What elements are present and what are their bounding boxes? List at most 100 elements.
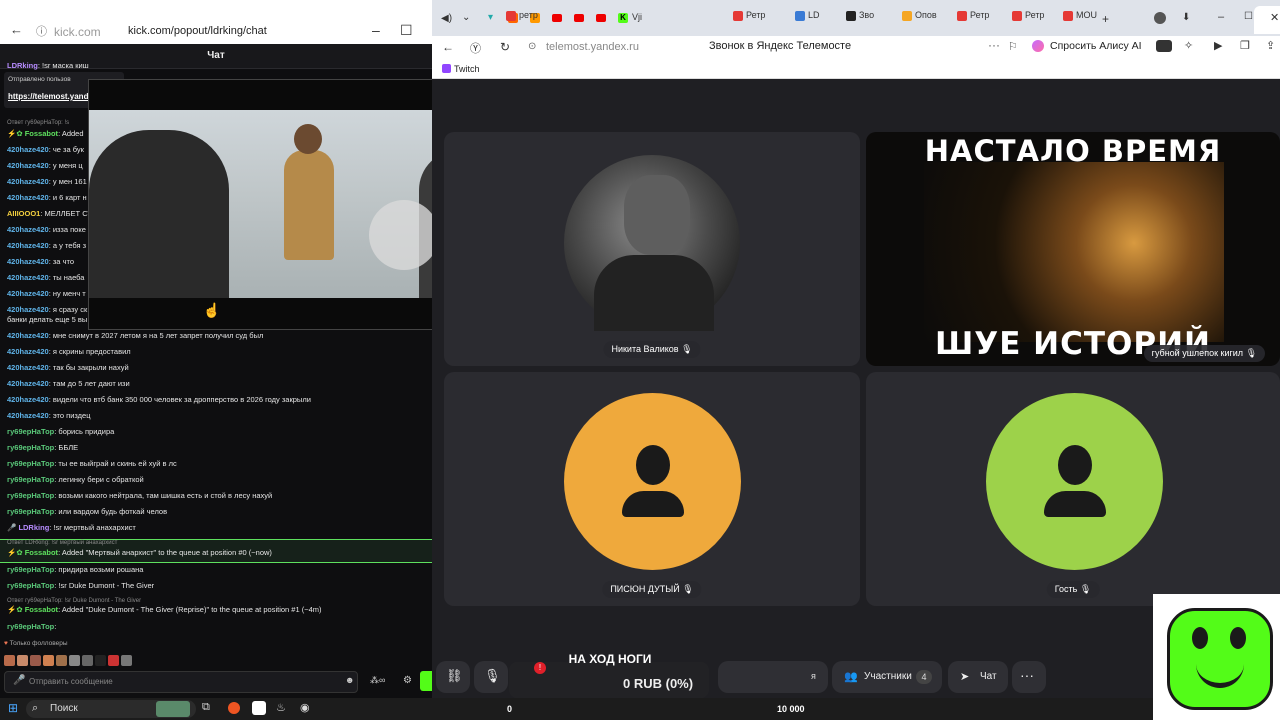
more-icon[interactable]: ··· [988,38,1000,52]
share-icon[interactable]: ⇪ [1266,39,1275,52]
chat-username[interactable]: гу69ерНаТор [7,443,54,452]
chat-username[interactable]: LDRking [18,523,49,532]
extension-icon[interactable] [1156,40,1172,52]
maximize-icon[interactable]: ☐ [1244,11,1253,22]
browser-tab[interactable]: MOU [1063,10,1097,28]
downloads-icon[interactable]: ⬇ [1182,12,1190,23]
chat-username[interactable]: 420haze420 [7,379,49,388]
chat-message: гу69ерНаТор: придира возьми рошана [7,565,143,574]
url-host[interactable]: kick.com [54,25,101,39]
yandex-icon[interactable]: Ⓨ [470,40,481,56]
emote-bar[interactable] [4,653,164,667]
link-button[interactable]: ⛓ [436,661,470,693]
chat-username[interactable]: 420haze420 [7,411,49,420]
hidden-button[interactable]: я [718,661,828,693]
chat-username[interactable]: 420haze420 [7,161,49,170]
reload-icon[interactable]: ↻ [500,40,510,54]
chat-username[interactable]: гу69ерНаТор [7,475,54,484]
tab-label-vji[interactable]: Vji [632,12,642,22]
chat-username[interactable]: гу69ерНаТор [7,622,54,631]
url-field[interactable]: telemost.yandex.ru [546,41,639,53]
more-button[interactable]: ··· [1012,661,1046,693]
chat-username[interactable]: 420haze420 [7,145,49,154]
chat-username[interactable]: 420haze420 [7,331,49,340]
chat-username[interactable]: Fossabot [25,548,58,557]
browser-tab[interactable]: Зво [846,10,874,28]
bookmark-twitch[interactable]: Twitch [454,64,480,74]
chat-username[interactable]: гу69ерНаТор [7,459,54,468]
bookmark-icon[interactable]: ⚐ [1008,40,1018,53]
participant-tile-1[interactable]: Никита Валиков 🎙 [444,132,860,366]
steam-icon[interactable]: ♨ [276,701,286,714]
chat-username[interactable]: гу69ерНаТор [7,427,54,436]
yandex-browser-taskbar-icon[interactable] [252,701,266,715]
chat-button[interactable]: ➤ Чат [948,661,1008,693]
browser-tab[interactable]: LD [795,10,820,28]
browser-tab[interactable]: Ретр [1012,10,1044,28]
maximize-icon[interactable]: ☐ [400,22,413,39]
chat-username[interactable]: 420haze420 [7,257,49,266]
chat-message: 420haze420: за что [7,257,74,266]
chat-username[interactable]: AIIIOOO1 [7,209,40,218]
points-icon[interactable]: ⁂∞ [370,675,385,686]
chat-username[interactable]: 420haze420 [7,193,49,202]
yandex-taskbar-icon[interactable] [228,702,240,714]
chat-username[interactable]: 420haze420 [7,241,49,250]
back-arrow-icon[interactable]: ← [442,40,454,54]
chat-username[interactable]: LDRking [7,61,38,70]
close-icon[interactable]: ✕ [1270,11,1279,24]
chat-username[interactable]: гу69ерНаТор [7,581,54,590]
obs-icon[interactable]: ◉ [300,701,310,714]
youtube-icon[interactable] [596,14,606,22]
ask-alice-button[interactable]: Спросить Алису AI [1050,40,1142,52]
back-arrow-icon[interactable]: ← [10,22,23,37]
alice-icon[interactable] [1032,40,1044,52]
youtube-icon[interactable] [552,14,562,22]
participants-button[interactable]: 👥 Участники 4 [832,661,942,693]
send-button[interactable] [420,671,432,691]
new-tab-icon[interactable]: + [1102,12,1109,26]
profile-avatar[interactable] [1154,12,1166,24]
browser-tab[interactable]: Ретр [733,10,765,28]
play-icon[interactable]: ▶ [1214,39,1222,52]
chat-username[interactable]: 420haze420 [7,347,49,356]
kick-icon[interactable]: K [618,13,628,23]
chat-username[interactable]: гу69ерНаТор [7,491,54,500]
chat-message: гу69ерНаТор: борись придира [7,427,114,436]
url-path[interactable]: kick.com/popout/ldrking/chat [128,25,267,37]
chat-username[interactable]: гу69ерНаТор [7,507,54,516]
chat-username[interactable]: 420haze420 [7,225,49,234]
task-view-icon[interactable]: ⧉ [202,701,210,714]
participant-tile-2[interactable]: НАСТАЛО ВРЕМЯ ШУЕ ИСТОРИЙ губной ушлепок… [866,132,1280,366]
chat-username[interactable]: 420haze420 [7,395,49,404]
windows-start-icon[interactable]: ⊞ [8,701,18,715]
tab-favicon-icon [957,10,967,21]
chat-username[interactable]: 420haze420 [7,363,49,372]
emoji-icon[interactable]: ☻ [345,675,354,685]
chat-message-input[interactable]: 🎤 Отправить сообщение ☻ [4,671,358,693]
chat-username[interactable]: 420haze420 [7,177,49,186]
browser-tab[interactable]: Ретр [957,10,989,28]
speaker-icon[interactable]: ◀) [441,13,452,24]
chat-username[interactable]: Fossabot [25,605,58,614]
taskbar-search[interactable]: ⌕ Поиск [26,700,196,718]
youtube-icon[interactable] [574,14,584,22]
chat-username[interactable]: гу69ерНаТор [7,565,54,574]
chat-username[interactable]: 420haze420 [7,305,49,314]
gear-icon[interactable]: ⚙ [403,675,412,686]
chevron-down-icon[interactable]: ⌄ [462,12,470,23]
copy-icon[interactable]: ❐ [1240,39,1250,52]
minimize-icon[interactable]: – [372,22,380,38]
browser-tab[interactable]: ретр [506,10,538,28]
site-info-icon[interactable]: ⓘ [36,23,47,39]
chat-username[interactable]: 420haze420 [7,289,49,298]
pinned-link[interactable]: https://telemost.yand [8,92,88,101]
participant-tile-3[interactable]: ПИСЮН ДУТЫЙ 🎙 [444,372,860,606]
chat-username[interactable]: Fossabot [25,129,58,138]
browser-tab[interactable]: Опов [902,10,937,28]
puzzle-icon[interactable]: ✧ [1184,39,1193,52]
minimize-icon[interactable]: – [1218,11,1224,23]
participant-tile-4[interactable]: Гость 🎙 [866,372,1280,606]
chat-username[interactable]: 420haze420 [7,273,49,282]
mic-icon[interactable]: 🎤 [13,675,25,686]
